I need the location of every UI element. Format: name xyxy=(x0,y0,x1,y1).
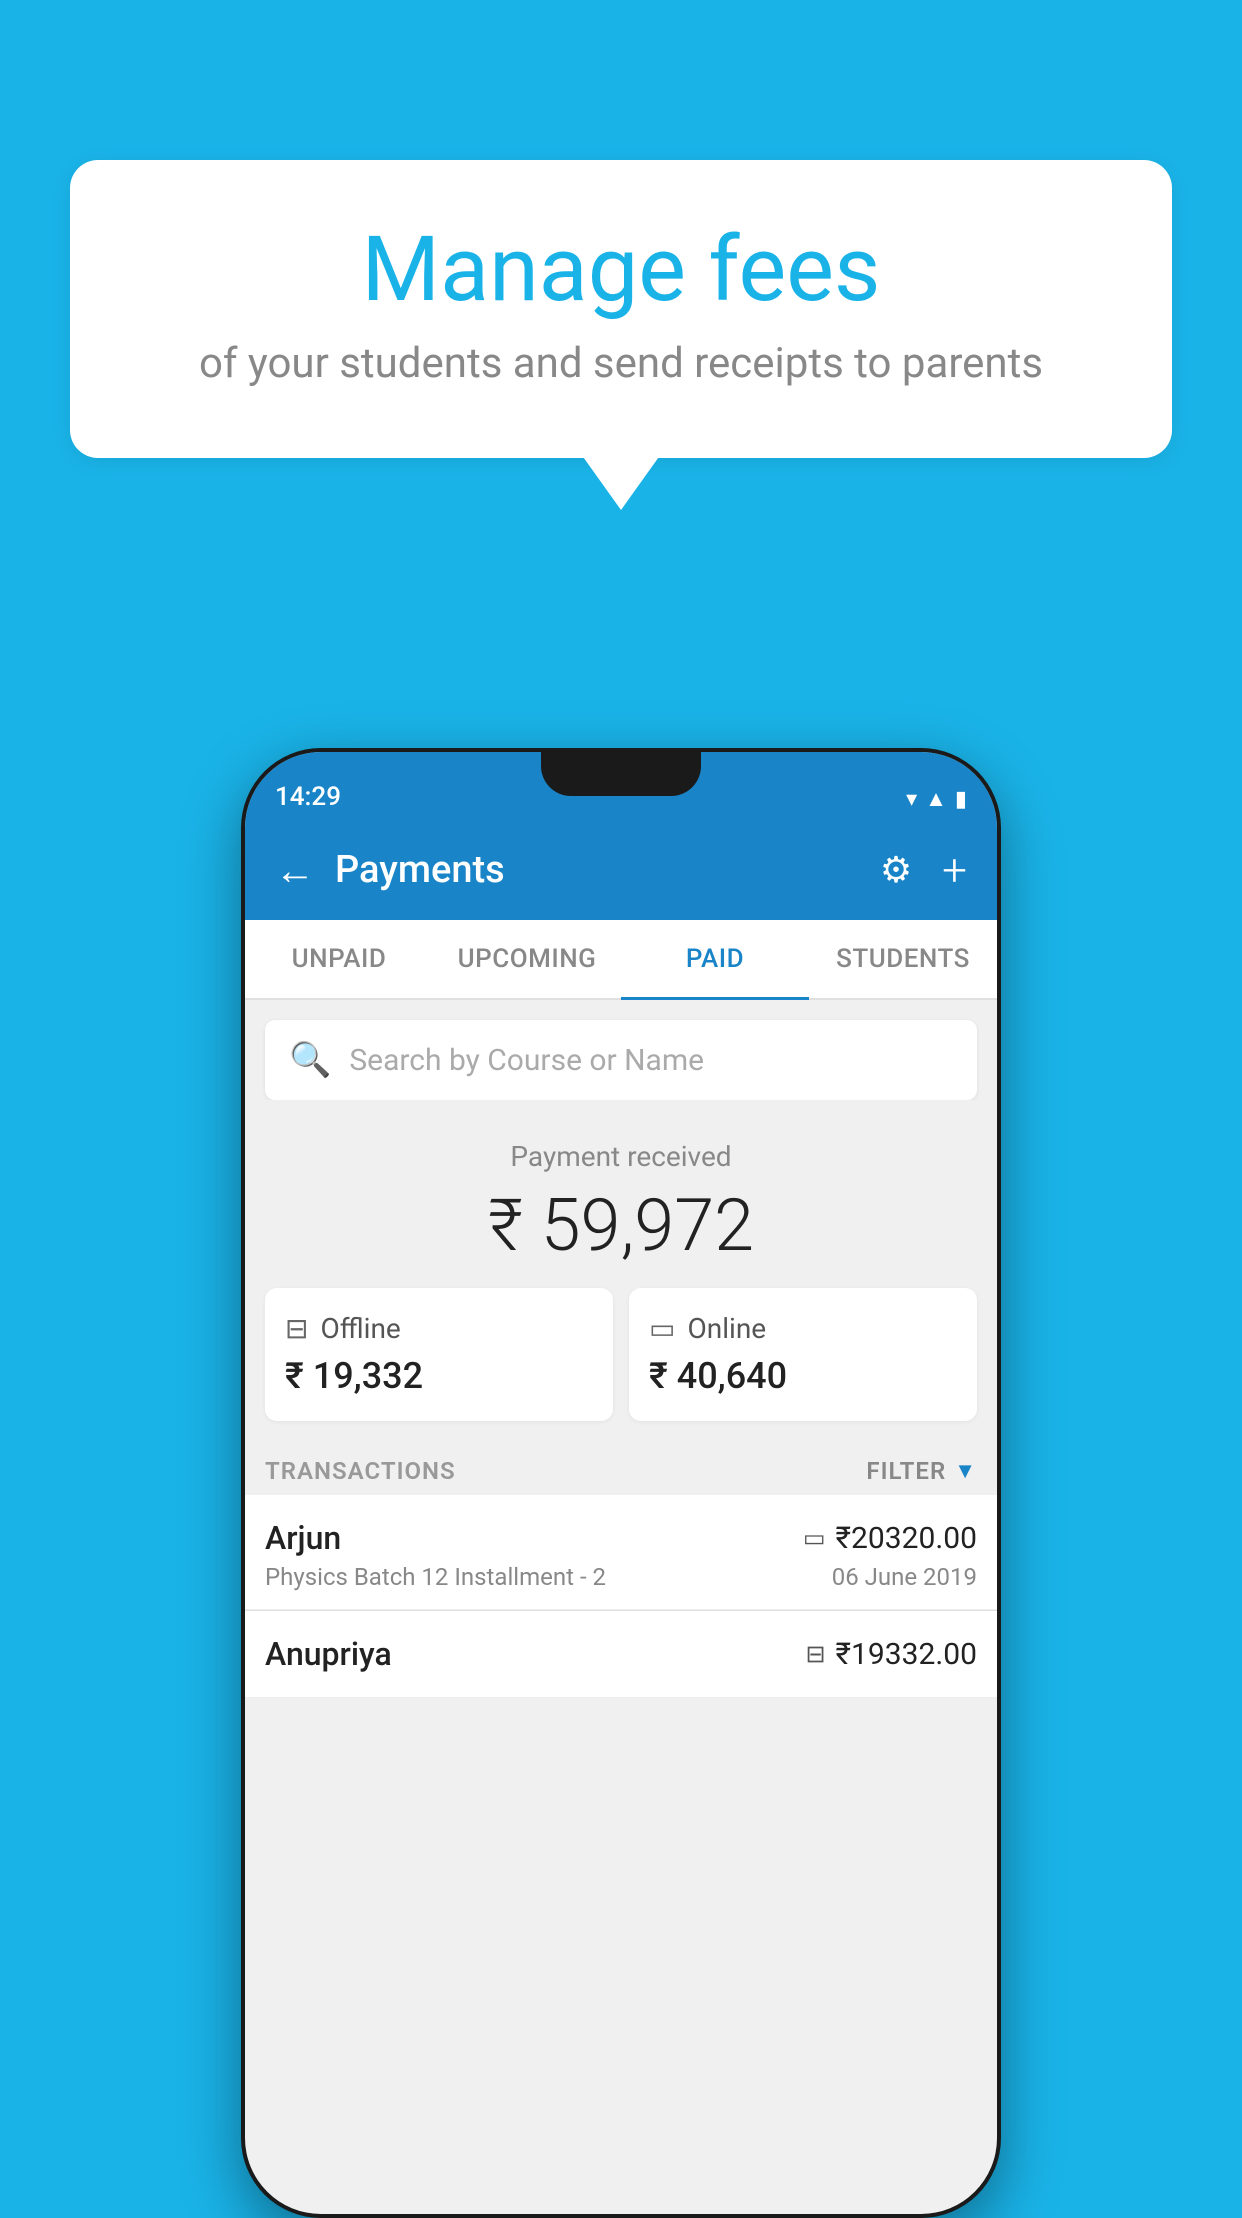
tab-paid[interactable]: PAID xyxy=(621,920,809,998)
tabs-bar: UNPAID UPCOMING PAID STUDENTS xyxy=(245,920,997,1000)
transaction-detail: Physics Batch 12 Installment - 2 xyxy=(265,1563,606,1591)
offline-amount: ₹ 19,332 xyxy=(285,1355,593,1397)
phone-notch xyxy=(541,752,701,796)
transaction-name: Arjun xyxy=(265,1519,341,1557)
phone-frame: 14:29 ▾ ▲ ▮ ← Payments ⚙ + UNPAID UPCO xyxy=(241,748,1001,2218)
payment-cards-row: ⊟ Offline ₹ 19,332 ▭ Online ₹ 40,640 xyxy=(245,1288,997,1441)
offline-icon: ⊟ xyxy=(285,1312,308,1345)
table-row[interactable]: Anupriya ⊟ ₹19332.00 xyxy=(245,1611,997,1698)
speech-bubble: Manage fees of your students and send re… xyxy=(70,160,1172,458)
status-icons: ▾ ▲ ▮ xyxy=(906,786,967,812)
transaction-amount: ₹19332.00 xyxy=(836,1637,977,1672)
search-placeholder-text: Search by Course or Name xyxy=(349,1043,704,1078)
wifi-icon: ▾ xyxy=(906,787,917,812)
offline-card: ⊟ Offline ₹ 19,332 xyxy=(265,1288,613,1421)
filter-icon: ▼ xyxy=(954,1458,977,1484)
transaction-date: 06 June 2019 xyxy=(832,1563,977,1591)
add-icon[interactable]: + xyxy=(942,844,967,896)
payment-received-amount: ₹ 59,972 xyxy=(265,1183,977,1268)
transaction-amount: ₹20320.00 xyxy=(836,1521,977,1556)
status-time: 14:29 xyxy=(275,782,341,812)
back-button[interactable]: ← xyxy=(275,847,315,894)
content-area: 🔍 Search by Course or Name Payment recei… xyxy=(245,1020,997,1698)
bubble-subtitle: of your students and send receipts to pa… xyxy=(120,339,1122,388)
transactions-header: TRANSACTIONS FILTER ▼ xyxy=(245,1441,997,1495)
offline-label: Offline xyxy=(320,1312,400,1345)
filter-label: FILTER xyxy=(866,1457,946,1485)
battery-icon: ▮ xyxy=(955,787,967,812)
transactions-label: TRANSACTIONS xyxy=(265,1457,456,1485)
tab-upcoming[interactable]: UPCOMING xyxy=(433,920,621,998)
search-icon: 🔍 xyxy=(289,1040,331,1080)
filter-button[interactable]: FILTER ▼ xyxy=(866,1457,977,1485)
transaction-name: Anupriya xyxy=(265,1635,392,1673)
transaction-amount-wrap: ▭ ₹20320.00 xyxy=(803,1521,977,1556)
tab-students[interactable]: STUDENTS xyxy=(809,920,997,998)
bubble-title: Manage fees xyxy=(120,220,1122,319)
signal-icon: ▲ xyxy=(925,786,947,812)
online-icon: ▭ xyxy=(649,1312,675,1345)
online-card: ▭ Online ₹ 40,640 xyxy=(629,1288,977,1421)
transaction-amount-wrap: ⊟ ₹19332.00 xyxy=(805,1637,977,1672)
header-actions: ⚙ + xyxy=(880,844,967,896)
payment-received-section: Payment received ₹ 59,972 xyxy=(245,1100,997,1288)
settings-icon[interactable]: ⚙ xyxy=(880,849,912,891)
cash-payment-icon: ⊟ xyxy=(805,1640,825,1668)
table-row[interactable]: Arjun ▭ ₹20320.00 Physics Batch 12 Insta… xyxy=(245,1495,997,1610)
search-bar[interactable]: 🔍 Search by Course or Name xyxy=(265,1020,977,1100)
online-amount: ₹ 40,640 xyxy=(649,1355,957,1397)
app-header: ← Payments ⚙ + xyxy=(245,820,997,920)
card-payment-icon: ▭ xyxy=(803,1524,826,1552)
tab-unpaid[interactable]: UNPAID xyxy=(245,920,433,998)
online-label: Online xyxy=(687,1312,766,1345)
header-title: Payments xyxy=(335,848,880,892)
payment-received-label: Payment received xyxy=(265,1140,977,1173)
